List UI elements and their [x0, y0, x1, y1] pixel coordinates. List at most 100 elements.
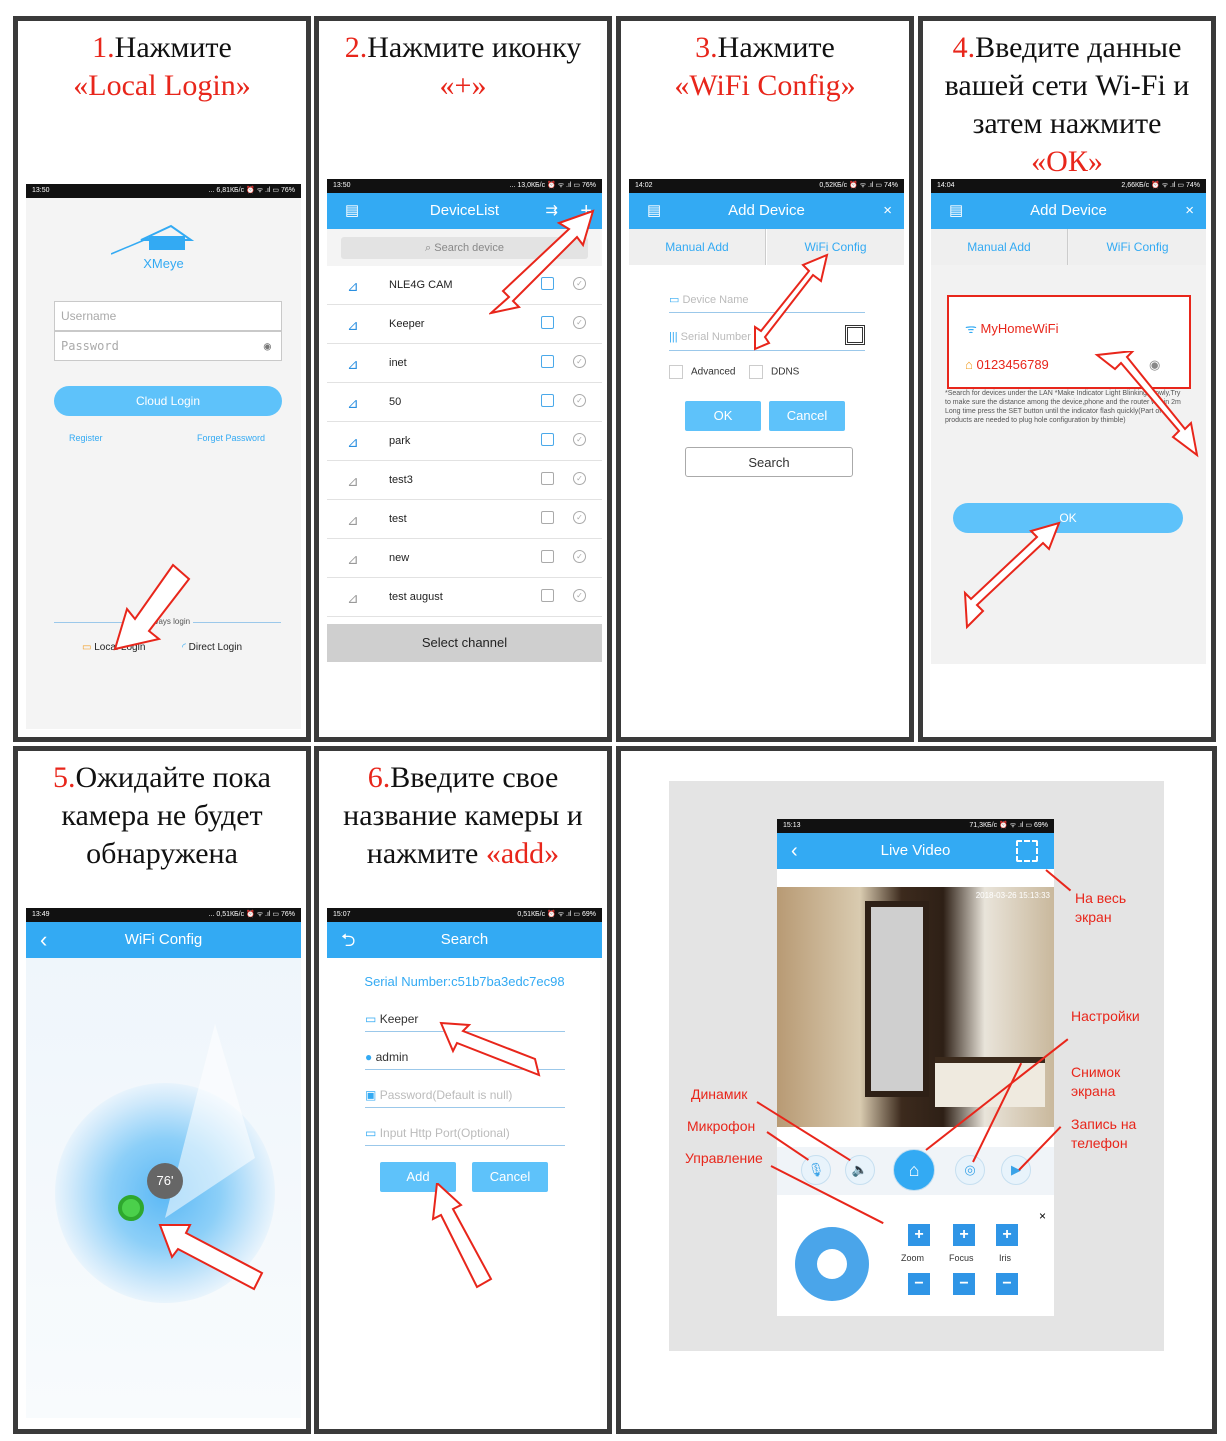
camera-icon: ⊿ — [347, 356, 359, 372]
ddns-checkbox[interactable]: DDNS — [749, 365, 799, 379]
password-field[interactable]: ▣ Password(Default is null) — [365, 1088, 565, 1108]
tab-wifi-config[interactable]: WiFi Config — [1069, 229, 1206, 265]
back-icon[interactable]: ‹ — [40, 922, 47, 958]
menu-icon[interactable]: ▤ — [647, 193, 661, 229]
edit-icon[interactable] — [541, 511, 554, 524]
edit-icon[interactable] — [541, 550, 554, 563]
zoom-minus-button[interactable]: − — [908, 1273, 930, 1295]
select-channel-button[interactable]: Select channel — [327, 624, 602, 662]
add-button[interactable]: Add — [380, 1162, 456, 1192]
check-icon[interactable]: ✓ — [573, 433, 586, 446]
tab-manual-add[interactable]: Manual Add — [931, 229, 1068, 265]
close-icon[interactable]: × — [1185, 193, 1194, 229]
check-icon[interactable]: ✓ — [573, 394, 586, 407]
page-title: DeviceList — [429, 202, 500, 219]
tab-wifi-config[interactable]: WiFi Config — [767, 229, 904, 265]
step5-panel: 5.Ожидайте пока камера не будет обнаруже… — [13, 746, 311, 1434]
direct-login-button[interactable]: ◜ Direct Login — [182, 642, 242, 653]
iris-plus-button[interactable]: + — [996, 1224, 1018, 1246]
add-device-screen: 14:02 0,52КБ/с ⏰ ᯤ .ıl ▭ 74% ▤ Add Device… — [629, 179, 904, 509]
fullscreen-icon[interactable] — [1016, 840, 1038, 862]
forget-password-link[interactable]: Forget Password — [197, 433, 265, 443]
close-icon[interactable]: × — [1039, 1209, 1046, 1223]
register-link[interactable]: Register — [69, 433, 103, 443]
device-row[interactable]: ⊿ 50 ✓ — [327, 383, 602, 422]
check-icon[interactable]: ✓ — [573, 316, 586, 329]
close-icon[interactable]: × — [883, 193, 892, 229]
eye-icon[interactable]: ◉ — [264, 332, 271, 360]
check-icon[interactable]: ✓ — [573, 277, 586, 290]
device-row[interactable]: ⊿ Keeper ✓ — [327, 305, 602, 344]
serial-number-field[interactable]: ||| Serial Number — [669, 325, 865, 351]
device-name: test — [389, 513, 407, 525]
device-row[interactable]: ⊿ test3 ✓ — [327, 461, 602, 500]
search-input[interactable]: ⌕ Search device — [341, 237, 588, 259]
header-bar: ▤ Add Device × — [629, 193, 904, 229]
tab-manual-add[interactable]: Manual Add — [629, 229, 766, 265]
cloud-login-button[interactable]: Cloud Login — [54, 386, 282, 416]
edit-icon[interactable] — [541, 394, 554, 407]
check-icon[interactable]: ✓ — [573, 355, 586, 368]
sort-icon[interactable]: ⇉ — [545, 193, 558, 229]
edit-icon[interactable] — [541, 433, 554, 446]
eye-icon[interactable]: ◉ — [1149, 357, 1160, 373]
check-icon[interactable]: ✓ — [573, 511, 586, 524]
menu-icon[interactable]: ▤ — [949, 193, 963, 229]
wifi-password-field[interactable]: ⌂ 0123456789 — [965, 357, 1049, 372]
edit-icon[interactable] — [541, 277, 554, 290]
step1-panel: 1.Нажмите «Local Login» 13:50... 6,81КБ/… — [13, 16, 311, 742]
add-device-button[interactable]: + — [580, 193, 592, 229]
search-button[interactable]: Search — [685, 447, 853, 477]
check-icon[interactable]: ✓ — [573, 550, 586, 563]
device-row[interactable]: ⊿ new ✓ — [327, 539, 602, 578]
app-name: XMeye — [143, 256, 184, 271]
focus-minus-button[interactable]: − — [953, 1273, 975, 1295]
header-bar: ⮌ Search — [327, 922, 602, 958]
device-row[interactable]: ⊿ test august ✓ — [327, 578, 602, 617]
header-bar: ‹ Live Video — [777, 833, 1054, 869]
advanced-checkbox[interactable]: Advanced — [669, 365, 735, 379]
edit-icon[interactable] — [541, 472, 554, 485]
local-login-button[interactable]: ▭ Local Login — [82, 642, 145, 653]
device-row[interactable]: ⊿ park ✓ — [327, 422, 602, 461]
ssid-field[interactable]: ᯤ MyHomeWiFi — [965, 319, 1059, 337]
device-row[interactable]: ⊿ test ✓ — [327, 500, 602, 539]
qr-code-icon[interactable] — [845, 325, 865, 345]
http-port-field[interactable]: ▭ Input Http Port(Optional) — [365, 1126, 565, 1146]
ok-button[interactable]: OK — [685, 401, 761, 431]
password-field[interactable]: Password ◉ — [54, 331, 282, 361]
iris-minus-button[interactable]: − — [996, 1273, 1018, 1295]
menu-icon[interactable]: ▤ — [345, 193, 359, 229]
focus-plus-button[interactable]: + — [953, 1224, 975, 1246]
device-row[interactable]: ⊿ NLE4G CAM ✓ — [327, 266, 602, 305]
step5-caption: 5.Ожидайте пока камера не будет обнаруже… — [53, 761, 271, 870]
cancel-button[interactable]: Cancel — [769, 401, 845, 431]
check-icon[interactable]: ✓ — [573, 472, 586, 485]
username-field[interactable]: ● admin — [365, 1050, 565, 1070]
monitor-icon: ▭ — [365, 1012, 377, 1026]
live-video-screen: 15:13 71,3КБ/с ⏰ ᯤ .ıl ▭ 69% ‹ Live Video… — [777, 819, 1054, 1316]
camera-icon: ⊿ — [347, 551, 359, 567]
edit-icon[interactable] — [541, 316, 554, 329]
search-area: ⌕ Search device — [327, 229, 602, 266]
snapshot-button[interactable]: ◎ — [955, 1155, 985, 1185]
username-field[interactable]: Username — [54, 301, 282, 331]
zoom-plus-button[interactable]: + — [908, 1224, 930, 1246]
check-icon[interactable]: ✓ — [573, 589, 586, 602]
edit-icon[interactable] — [541, 355, 554, 368]
settings-button[interactable]: ⌂ — [893, 1149, 935, 1191]
device-row[interactable]: ⊿ inet ✓ — [327, 344, 602, 383]
step6-panel: 6.Введите свое название камеры и нажмите… — [314, 746, 612, 1434]
back-icon[interactable]: ‹ — [791, 833, 798, 869]
direction-pad[interactable] — [795, 1227, 869, 1301]
device-list-screen: 13:50... 13,0КБ/с ⏰ ᯤ .ıl ▭ 76% ▤ Device… — [327, 179, 602, 664]
camera-icon: ⊿ — [347, 278, 359, 294]
back-icon[interactable]: ⮌ — [341, 922, 355, 958]
device-name-field[interactable]: ▭ Device Name — [669, 293, 865, 313]
device-name-field[interactable]: ▭ Keeper — [365, 1012, 565, 1032]
page-title: Add Device — [728, 202, 805, 219]
cancel-button[interactable]: Cancel — [472, 1162, 548, 1192]
ok-button[interactable]: OK — [953, 503, 1183, 533]
edit-icon[interactable] — [541, 589, 554, 602]
progress-badge: 76' — [147, 1163, 183, 1199]
